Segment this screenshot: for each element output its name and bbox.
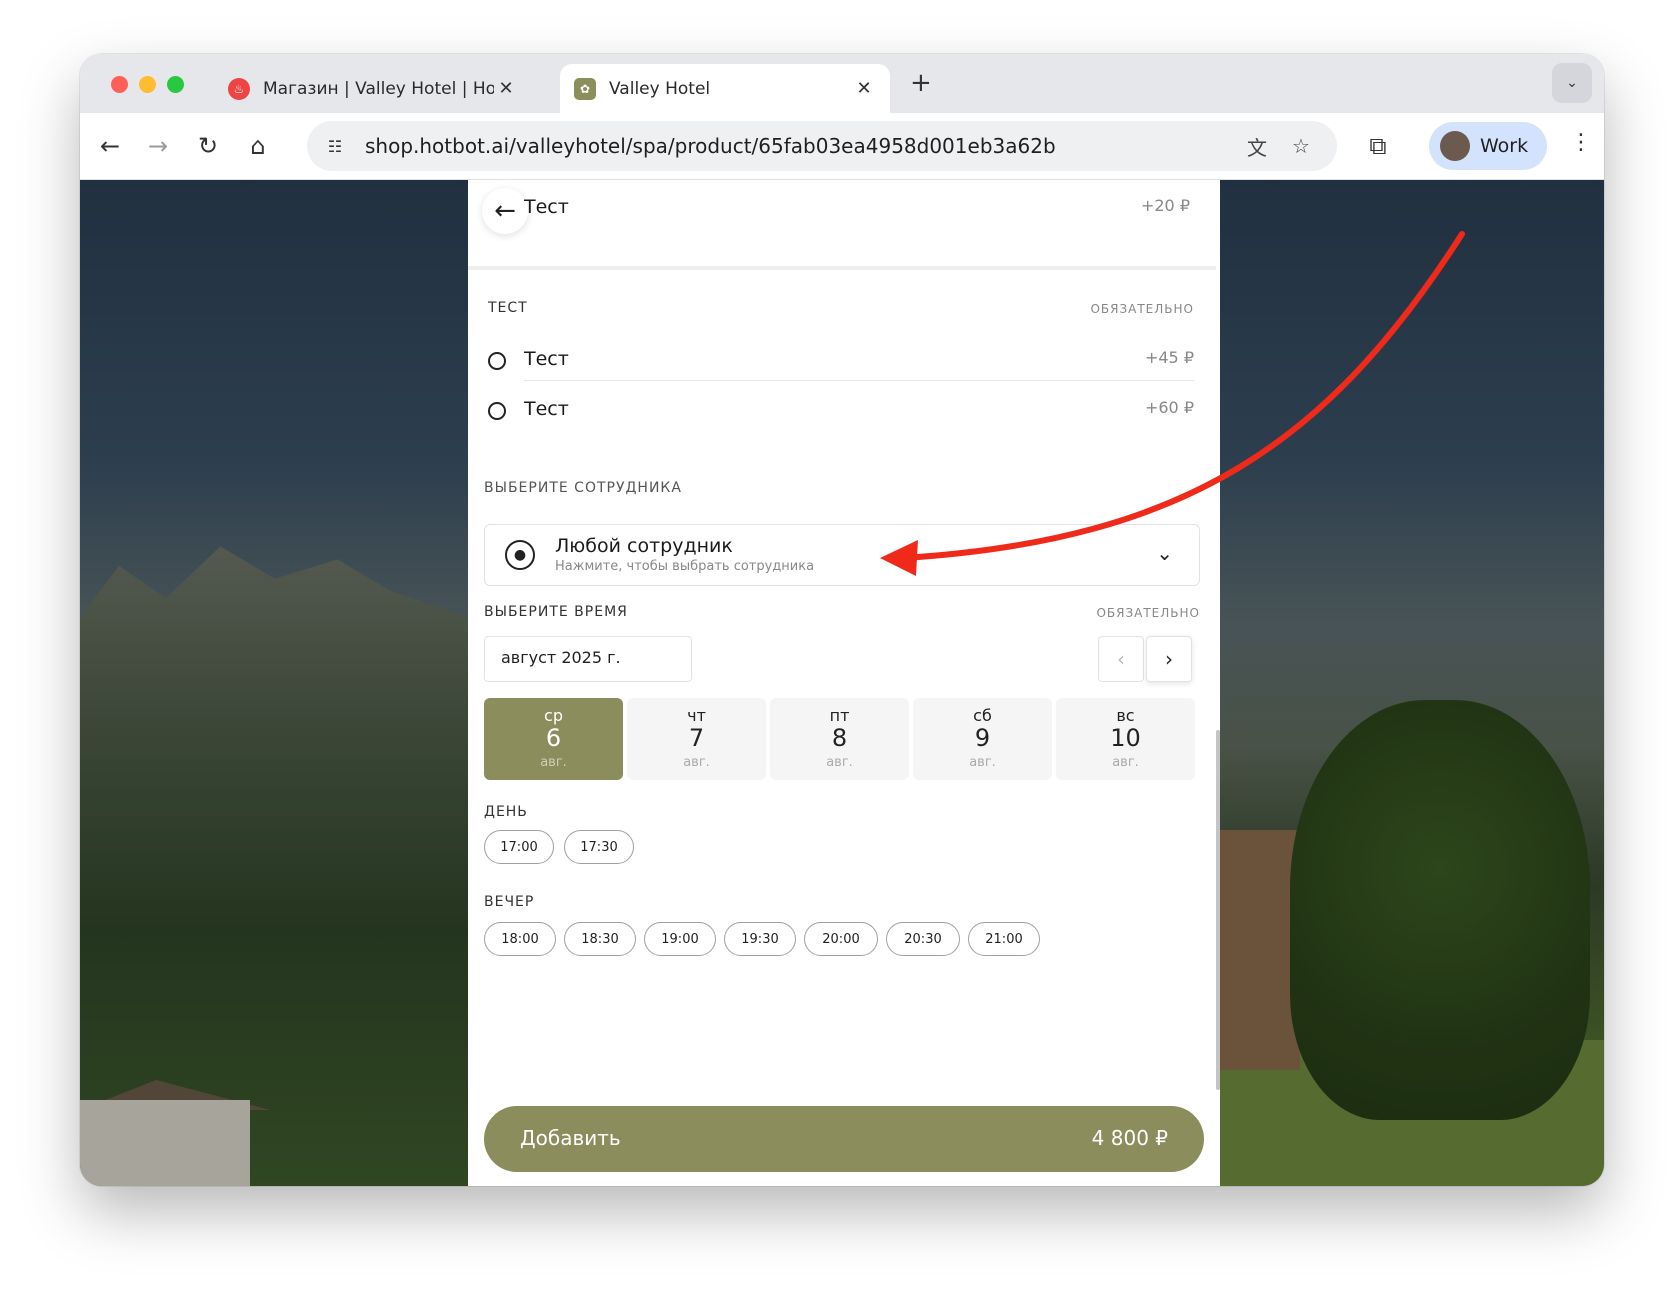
option-price: +60 ₽ bbox=[1144, 398, 1194, 417]
close-icon[interactable]: ✕ bbox=[852, 78, 876, 99]
page-viewport: ← Тест +20 ₽ ТЕСТ ОБЯЗАТЕЛЬНО Тест +45 ₽… bbox=[80, 180, 1604, 1186]
valley-hotel-favicon-icon: ✿ bbox=[574, 77, 596, 100]
day-of-week: вс bbox=[1116, 706, 1135, 725]
day-card[interactable]: ср 6 авг. bbox=[484, 698, 623, 780]
time-section-title: ВЫБЕРИТЕ ВРЕМЯ bbox=[484, 604, 628, 620]
day-of-week: пт bbox=[829, 706, 850, 725]
day-month: авг. bbox=[540, 755, 567, 770]
address-bar[interactable]: ☷ shop.hotbot.ai/valleyhotel/spa/product… bbox=[307, 121, 1337, 171]
add-to-cart-button[interactable]: Добавить 4 800 ₽ bbox=[484, 1106, 1204, 1172]
staff-select[interactable]: ● Любой сотрудник Нажмите, чтобы выбрать… bbox=[484, 524, 1200, 586]
back-arrow-icon[interactable]: ← bbox=[94, 130, 126, 162]
month-select[interactable]: август 2025 г. bbox=[484, 636, 692, 682]
day-of-week: ср bbox=[544, 706, 563, 725]
day-number: 9 bbox=[974, 724, 991, 752]
minimize-window-button[interactable] bbox=[139, 76, 156, 93]
browser-window: ♨ Магазин | Valley Hotel | Hotbot ✕ ✿ Va… bbox=[80, 54, 1604, 1186]
day-number: 10 bbox=[1110, 724, 1141, 752]
add-button-price: 4 800 ₽ bbox=[1091, 1126, 1168, 1150]
profile-name: Work bbox=[1480, 135, 1529, 157]
day-month: авг. bbox=[826, 755, 853, 770]
time-slot[interactable]: 19:00 bbox=[644, 922, 716, 956]
time-slot[interactable]: 20:30 bbox=[886, 922, 960, 956]
day-month: авг. bbox=[969, 755, 996, 770]
close-window-button[interactable] bbox=[111, 76, 128, 93]
option-group-title: ТЕСТ bbox=[488, 300, 528, 316]
tab-search-chevron-down-icon[interactable]: ⌄ bbox=[1552, 63, 1592, 103]
hotbot-favicon-icon: ♨ bbox=[228, 77, 250, 100]
option-label: Тест bbox=[524, 196, 569, 218]
user-circle-icon: ● bbox=[505, 540, 535, 570]
required-badge: ОБЯЗАТЕЛЬНО bbox=[1090, 302, 1194, 316]
browser-menu-icon[interactable]: ⋮ bbox=[1570, 130, 1592, 155]
day-card[interactable]: вс 10 авг. bbox=[1056, 698, 1195, 780]
option-label: Тест bbox=[524, 398, 569, 420]
scrollbar[interactable] bbox=[1216, 730, 1220, 1090]
time-slot[interactable]: 21:00 bbox=[968, 922, 1040, 956]
reload-icon[interactable]: ↻ bbox=[192, 130, 224, 162]
tab-shop[interactable]: ♨ Магазин | Valley Hotel | Hotbot ✕ bbox=[214, 64, 532, 113]
day-month: авг. bbox=[1112, 755, 1139, 770]
profile-button[interactable]: Work bbox=[1429, 122, 1547, 170]
evening-period-title: ВЕЧЕР bbox=[484, 894, 535, 910]
day-of-week: сб bbox=[973, 706, 992, 725]
tab-title: Valley Hotel bbox=[609, 78, 711, 99]
chevron-right-icon[interactable]: › bbox=[1146, 636, 1192, 682]
extensions-puzzle-icon[interactable]: ⧉ bbox=[1362, 130, 1394, 162]
time-slot[interactable]: 20:00 bbox=[804, 922, 878, 956]
home-icon[interactable]: ⌂ bbox=[242, 130, 274, 162]
chevron-down-icon[interactable]: ⌄ bbox=[1156, 541, 1173, 565]
add-button-label: Добавить bbox=[520, 1126, 621, 1150]
tab-title: Магазин | Valley Hotel | Hotbot bbox=[263, 78, 494, 99]
browser-toolbar: ← → ↻ ⌂ ☷ shop.hotbot.ai/valleyhotel/spa… bbox=[80, 113, 1604, 180]
time-slot[interactable]: 17:30 bbox=[564, 830, 634, 864]
tab-valley-hotel[interactable]: ✿ Valley Hotel ✕ bbox=[560, 64, 890, 113]
day-period-title: ДЕНЬ bbox=[484, 804, 528, 820]
site-info-tune-icon[interactable]: ☷ bbox=[321, 133, 349, 159]
option-label: Тест bbox=[524, 348, 569, 370]
chevron-left-icon[interactable]: ‹ bbox=[1098, 636, 1144, 682]
maximize-window-button[interactable] bbox=[167, 76, 184, 93]
day-card[interactable]: сб 9 авг. bbox=[913, 698, 1052, 780]
top-option-card: ← Тест +20 ₽ bbox=[468, 180, 1216, 270]
day-of-week: чт bbox=[687, 706, 706, 725]
time-slot[interactable]: 18:00 bbox=[484, 922, 556, 956]
avatar bbox=[1440, 131, 1470, 161]
new-tab-plus-icon[interactable]: + bbox=[910, 68, 932, 98]
time-slot[interactable]: 19:30 bbox=[724, 922, 796, 956]
option-price: +45 ₽ bbox=[1144, 348, 1194, 367]
day-card[interactable]: чт 7 авг. bbox=[627, 698, 766, 780]
forward-arrow-icon[interactable]: → bbox=[142, 130, 174, 162]
option-row[interactable]: Тест +60 ₽ bbox=[488, 386, 1194, 438]
day-number: 6 bbox=[545, 724, 562, 752]
divider bbox=[524, 380, 1194, 381]
day-number: 8 bbox=[831, 724, 848, 752]
product-panel: ← Тест +20 ₽ ТЕСТ ОБЯЗАТЕЛЬНО Тест +45 ₽… bbox=[468, 180, 1220, 1186]
bookmark-star-icon[interactable]: ☆ bbox=[1287, 133, 1315, 159]
option-price: +20 ₽ bbox=[1140, 196, 1190, 215]
staff-selected: Любой сотрудник bbox=[555, 535, 733, 557]
day-month: авг. bbox=[683, 755, 710, 770]
radio-button[interactable] bbox=[488, 352, 506, 370]
close-icon[interactable]: ✕ bbox=[494, 78, 518, 99]
translate-icon[interactable]: 文 bbox=[1243, 133, 1271, 160]
time-slot[interactable]: 17:00 bbox=[484, 830, 554, 864]
url-text[interactable]: shop.hotbot.ai/valleyhotel/spa/product/6… bbox=[365, 134, 1056, 158]
required-badge: ОБЯЗАТЕЛЬНО bbox=[1096, 606, 1200, 620]
day-number: 7 bbox=[688, 724, 705, 752]
tab-bar: ♨ Магазин | Valley Hotel | Hotbot ✕ ✿ Va… bbox=[80, 54, 1604, 113]
radio-button[interactable] bbox=[488, 402, 506, 420]
day-card[interactable]: пт 8 авг. bbox=[770, 698, 909, 780]
staff-hint: Нажмите, чтобы выбрать сотрудника bbox=[555, 559, 815, 574]
staff-section-title: ВЫБЕРИТЕ СОТРУДНИКА bbox=[484, 480, 682, 496]
back-arrow-icon[interactable]: ← bbox=[482, 188, 528, 234]
time-slot[interactable]: 18:30 bbox=[564, 922, 636, 956]
